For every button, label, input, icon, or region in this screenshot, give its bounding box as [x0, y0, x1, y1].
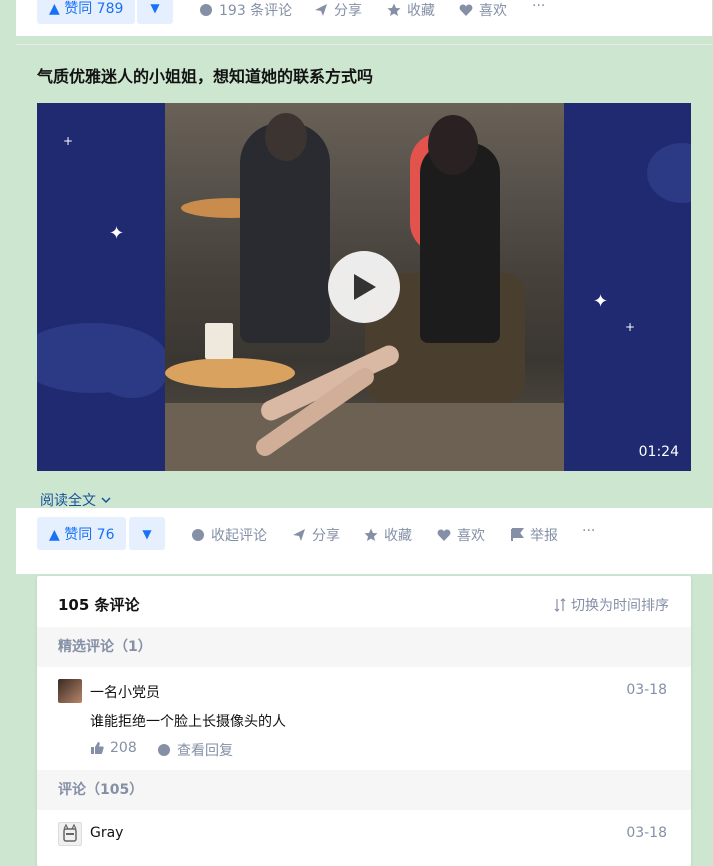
heart-icon: [459, 4, 473, 16]
report-label: 举报: [530, 528, 558, 544]
like-button[interactable]: 喜欢: [459, 0, 507, 20]
share-label: 分享: [334, 3, 362, 19]
scene-floor: [165, 403, 564, 471]
scene-head: [265, 113, 307, 161]
divider: [16, 44, 712, 45]
share-button[interactable]: 分享: [314, 0, 362, 20]
more-button[interactable]: ···: [582, 523, 595, 539]
avatar[interactable]: [58, 679, 82, 703]
collect-button[interactable]: 收藏: [364, 525, 412, 545]
collect-label: 收藏: [384, 528, 412, 544]
more-button[interactable]: ···: [532, 0, 545, 14]
comment-text: 谁能拒绝一个脸上长摄像头的人: [90, 714, 286, 730]
scene-cup: [205, 323, 233, 359]
sort-toggle-button[interactable]: 切换为时间排序: [554, 595, 669, 615]
view-replies-button[interactable]: 查看回复: [157, 740, 233, 760]
more-icon: ···: [532, 0, 546, 14]
play-icon: [354, 274, 376, 300]
featured-comments-header: 精选评论（1）: [37, 627, 691, 667]
comments-panel: 105 条评论 切换为时间排序 精选评论（1） 一名小党员 03-18 谁能拒绝…: [37, 576, 691, 866]
star-icon: [364, 528, 378, 541]
vote-down-button[interactable]: ▼: [137, 0, 173, 24]
collect-label: 收藏: [407, 3, 435, 19]
like-button[interactable]: 喜欢: [437, 525, 485, 545]
comment-like-button[interactable]: 208: [90, 740, 137, 756]
top-action-bar: ▲ 赞同 789 ▼ 193 条评论 分享 收藏 喜欢 ···: [16, 0, 712, 36]
play-button[interactable]: [328, 251, 400, 323]
comment-icon: [200, 4, 212, 16]
collapse-comments-label: 收起评论: [211, 528, 267, 544]
more-icon: ···: [582, 523, 596, 539]
comment-author[interactable]: Gray: [90, 825, 123, 841]
heart-icon: [437, 529, 451, 541]
vote-up-button[interactable]: ▲ 赞同 789: [37, 0, 136, 24]
collect-button[interactable]: 收藏: [387, 0, 435, 20]
video-duration: 01:24: [638, 444, 679, 460]
thumbs-up-icon: [91, 742, 104, 754]
sparkle-icon: +: [625, 320, 636, 334]
comment-icon: [192, 529, 204, 541]
question-title[interactable]: 气质优雅迷人的小姐姐，想知道她的联系方式吗: [37, 63, 373, 87]
share-icon: [315, 4, 327, 16]
comment-icon: [158, 744, 170, 756]
scene-woman-head: [428, 115, 478, 175]
comments-count: 105 条评论: [58, 596, 140, 614]
sparkle-icon: +: [63, 134, 74, 148]
share-label: 分享: [312, 528, 340, 544]
report-button[interactable]: 举报: [510, 525, 558, 545]
sparkle-icon: ✦: [593, 291, 609, 312]
scene-table-front: [165, 358, 295, 388]
star-icon: [387, 3, 401, 16]
sort-icon: [554, 598, 566, 612]
comment-date: 03-18: [626, 682, 667, 698]
video-side-left: [37, 103, 165, 471]
cat-avatar-icon: [63, 823, 77, 842]
like-label: 喜欢: [457, 528, 485, 544]
comment-date: 03-18: [626, 825, 667, 841]
comment-author[interactable]: 一名小党员: [90, 682, 160, 702]
collapse-comments-button[interactable]: 收起评论: [191, 525, 267, 545]
sort-label: 切换为时间排序: [571, 598, 669, 614]
all-comments-header: 评论（105）: [37, 770, 691, 810]
view-replies-label: 查看回复: [177, 743, 233, 759]
cloud-decoration: [97, 348, 167, 398]
read-more-link[interactable]: 阅读全文: [40, 490, 111, 510]
chevron-down-icon: [101, 497, 111, 504]
vote-down-button[interactable]: ▼: [129, 517, 165, 550]
flag-icon: [511, 528, 524, 541]
vote-up-button[interactable]: ▲ 赞同 76: [37, 517, 127, 550]
share-button[interactable]: 分享: [292, 525, 340, 545]
comment-like-count: 208: [110, 740, 137, 756]
answer-action-bar: ▲ 赞同 76 ▼ 收起评论 分享 收藏 喜欢 举报 ···: [16, 508, 712, 574]
share-icon: [293, 529, 305, 541]
read-more-label: 阅读全文: [40, 493, 96, 509]
comments-button[interactable]: 193 条评论: [199, 0, 292, 20]
avatar[interactable]: [58, 822, 82, 846]
comments-label: 193 条评论: [219, 3, 293, 19]
like-label: 喜欢: [479, 3, 507, 19]
video-player[interactable]: + ✦ ✦ + 01:24: [37, 103, 691, 471]
sparkle-icon: ✦: [109, 223, 125, 244]
